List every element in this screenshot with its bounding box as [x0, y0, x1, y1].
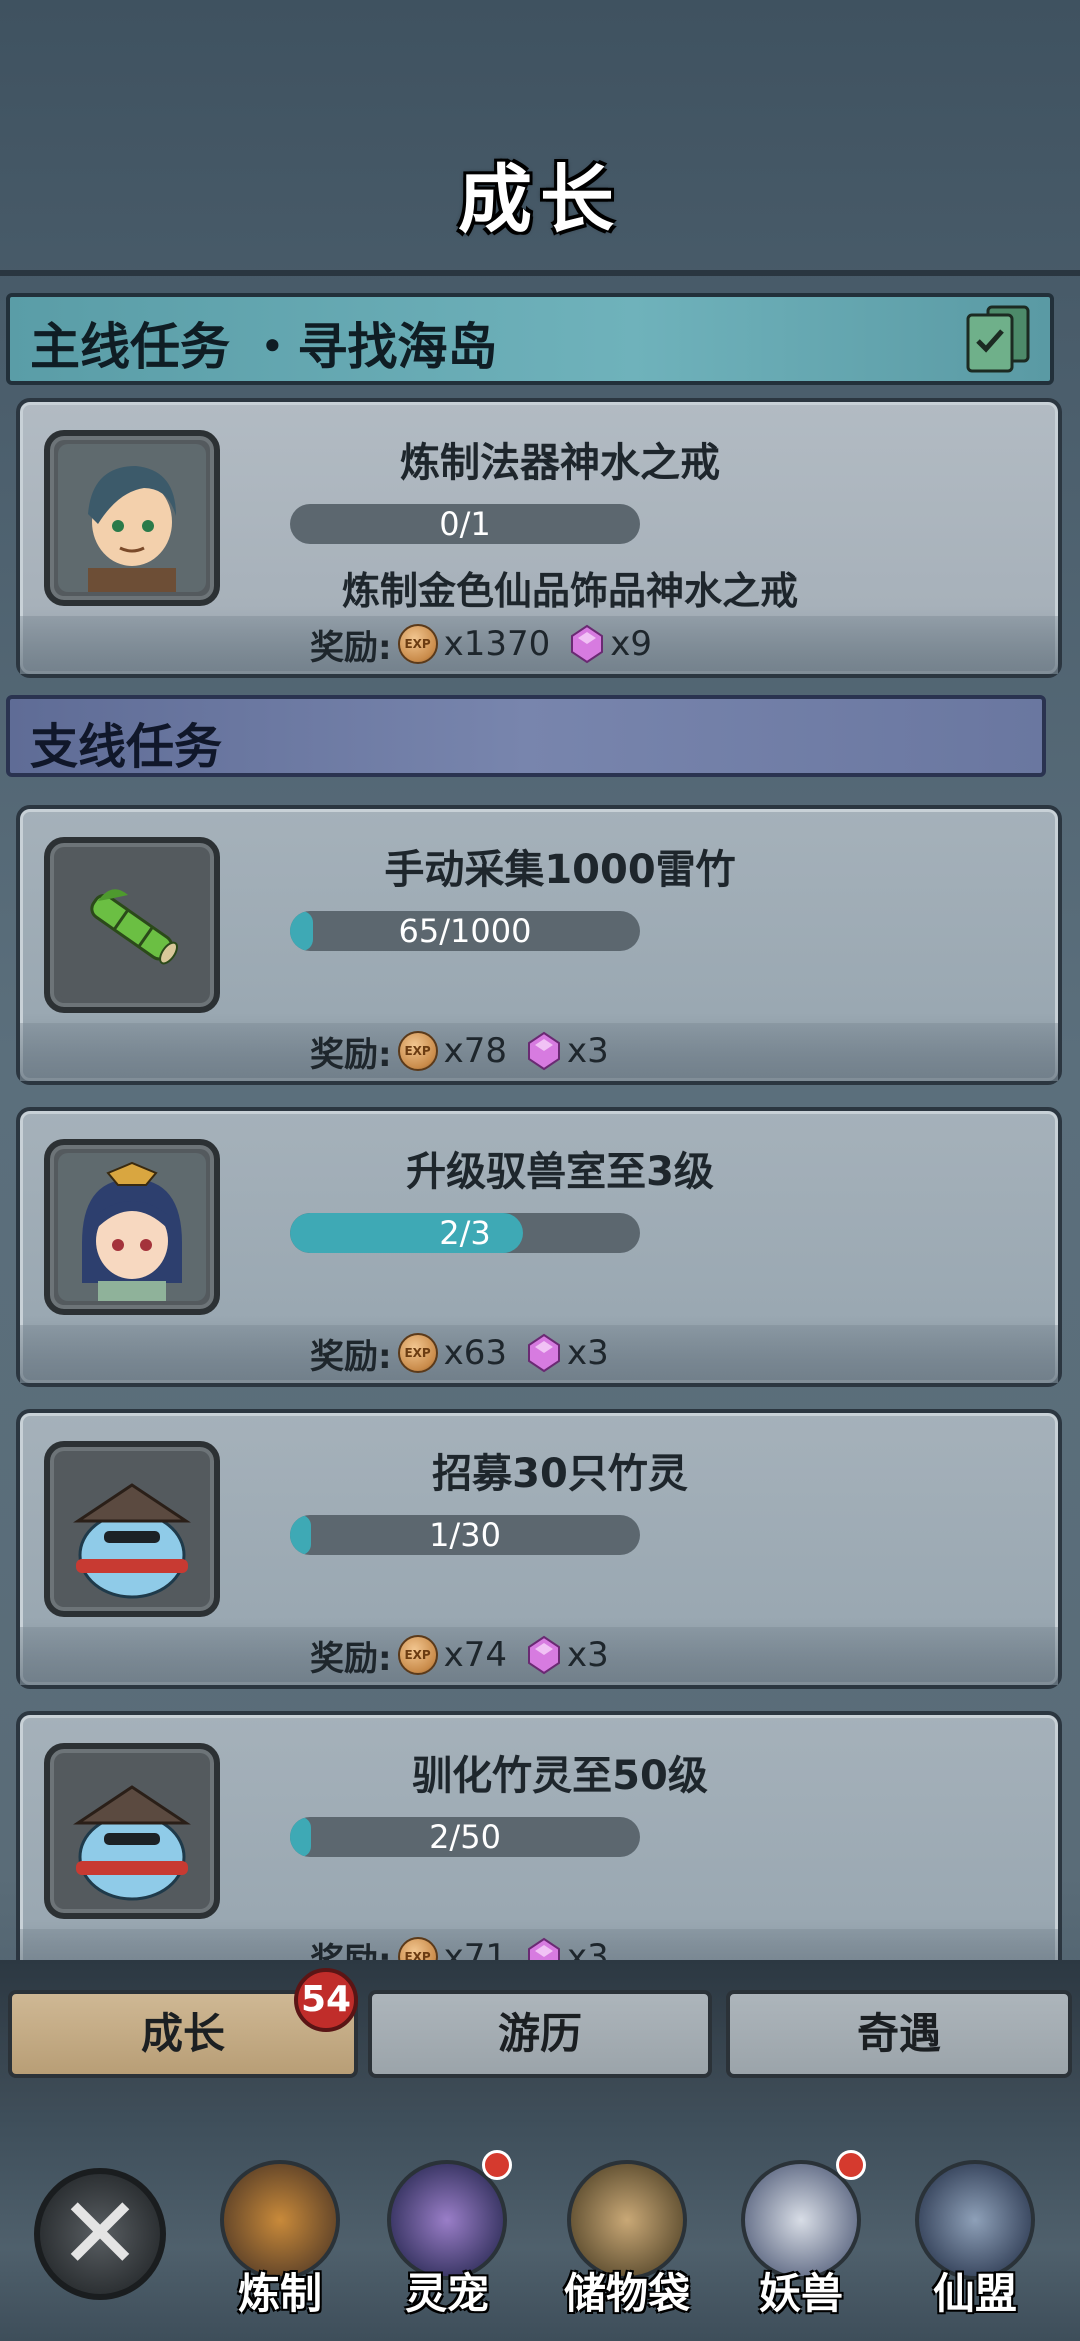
gem-icon	[527, 1031, 561, 1071]
nav-alliance[interactable]: 仙盟	[900, 2140, 1050, 2330]
exp-amount: x1370	[443, 624, 551, 664]
side-quest-label: 支线任务	[30, 719, 223, 775]
task-progress-bar: 65/1000	[290, 911, 640, 951]
tab-travel[interactable]: 游历	[368, 1990, 712, 2078]
gem-amount: x3	[567, 1031, 609, 1071]
tab-bar: 成长 游历 奇遇	[0, 1960, 1080, 2110]
bamboo-spirit-icon	[58, 1455, 206, 1603]
side-quest-header: 支线任务	[6, 695, 1046, 777]
task-list-icon[interactable]	[958, 303, 1038, 375]
gem-icon	[527, 1635, 561, 1675]
nav-forge[interactable]: 炼制	[205, 2140, 355, 2330]
close-icon: ✕	[58, 2175, 142, 2292]
exp-icon: EXP	[397, 1333, 438, 1373]
side-task-card[interactable]: 手动采集1000雷竹 65/1000 奖励: EXP x78 x3	[16, 805, 1062, 1085]
exp-icon: EXP	[397, 1031, 438, 1071]
progress-text: 2/3	[439, 1214, 491, 1252]
task-title: 手动采集1000雷竹	[384, 847, 736, 893]
task-portrait	[44, 837, 220, 1013]
exp-icon: EXP	[397, 624, 438, 664]
task-portrait	[44, 1743, 220, 1919]
task-progress-bar: 2/3	[290, 1213, 640, 1253]
task-portrait	[44, 430, 220, 606]
task-portrait	[44, 1139, 220, 1315]
nav-pet[interactable]: 灵宠	[372, 2140, 522, 2330]
task-progress-bar: 0/1	[290, 504, 640, 544]
task-progress-bar: 2/50	[290, 1817, 640, 1857]
nav-bag[interactable]: 储物袋	[552, 2140, 702, 2330]
nav-label: 灵宠	[404, 2269, 489, 2318]
task-title: 升级驭兽室至3级	[406, 1149, 714, 1195]
main-quest-label: 主线任务 ・寻找海岛	[30, 318, 498, 376]
alert-dot	[482, 2150, 512, 2180]
progress-text: 2/50	[429, 1818, 501, 1856]
task-reward: 奖励: EXP x63 x3	[310, 1329, 629, 1377]
close-button[interactable]: ✕	[34, 2168, 166, 2300]
page-title: 成长	[458, 157, 622, 243]
nav-label: 妖兽	[758, 2269, 843, 2318]
task-portrait	[44, 1441, 220, 1617]
hero-portrait-icon	[58, 444, 206, 592]
side-task-card[interactable]: 升级驭兽室至3级 2/3 奖励: EXP x63 x3	[16, 1107, 1062, 1387]
reward-label: 奖励:	[310, 1034, 392, 1075]
task-progress-bar: 1/30	[290, 1515, 640, 1555]
task-title: 驯化竹灵至50级	[412, 1753, 708, 1799]
gem-amount: x3	[567, 1333, 609, 1373]
tab-encounter[interactable]: 奇遇	[726, 1990, 1072, 2078]
task-description: 炼制金色仙品饰品神水之戒	[341, 569, 798, 613]
gem-amount: x9	[610, 624, 653, 664]
divider	[0, 270, 1080, 276]
main-quest-header: 主线任务 ・寻找海岛	[6, 293, 1054, 385]
reward-label: 奖励:	[310, 627, 392, 668]
task-reward: 奖励: EXP x74 x3	[310, 1631, 629, 1679]
task-reward: 奖励: EXP x78 x3	[310, 1027, 629, 1075]
exp-amount: x78	[443, 1031, 507, 1071]
task-title: 招募30只竹灵	[432, 1451, 688, 1497]
task-title: 炼制法器神水之戒	[400, 440, 720, 486]
progress-text: 0/1	[439, 505, 491, 543]
bamboo-icon	[58, 851, 206, 999]
gem-icon	[570, 624, 604, 664]
gem-icon	[527, 1333, 561, 1373]
task-reward: 奖励: EXP x1370 x9	[310, 620, 672, 668]
alert-dot	[836, 2150, 866, 2180]
exp-icon: EXP	[397, 1635, 438, 1675]
main-task-card[interactable]: 炼制法器神水之戒 0/1 炼制金色仙品饰品神水之戒 奖励: EXP x1370 …	[16, 398, 1062, 678]
notification-badge: 54	[294, 1968, 358, 2032]
exp-amount: x63	[443, 1333, 507, 1373]
progress-text: 65/1000	[398, 912, 532, 950]
bottom-nav: ✕ 炼制 灵宠 储物袋 妖兽 仙盟	[0, 2110, 1080, 2341]
side-task-card[interactable]: 驯化竹灵至50级 2/50 奖励: EXP x71 x3	[16, 1711, 1062, 1991]
nav-label: 仙盟	[932, 2269, 1017, 2318]
nav-beast[interactable]: 妖兽	[726, 2140, 876, 2330]
reward-label: 奖励:	[310, 1336, 392, 1377]
side-task-card[interactable]: 招募30只竹灵 1/30 奖励: EXP x74 x3	[16, 1409, 1062, 1689]
girl-portrait-icon	[58, 1153, 206, 1301]
gem-amount: x3	[567, 1635, 609, 1675]
nav-label: 储物袋	[563, 2269, 690, 2318]
reward-label: 奖励:	[310, 1638, 392, 1679]
progress-text: 1/30	[429, 1516, 501, 1554]
bamboo-spirit-icon	[58, 1757, 206, 1905]
nav-label: 炼制	[237, 2269, 322, 2318]
exp-amount: x74	[443, 1635, 507, 1675]
